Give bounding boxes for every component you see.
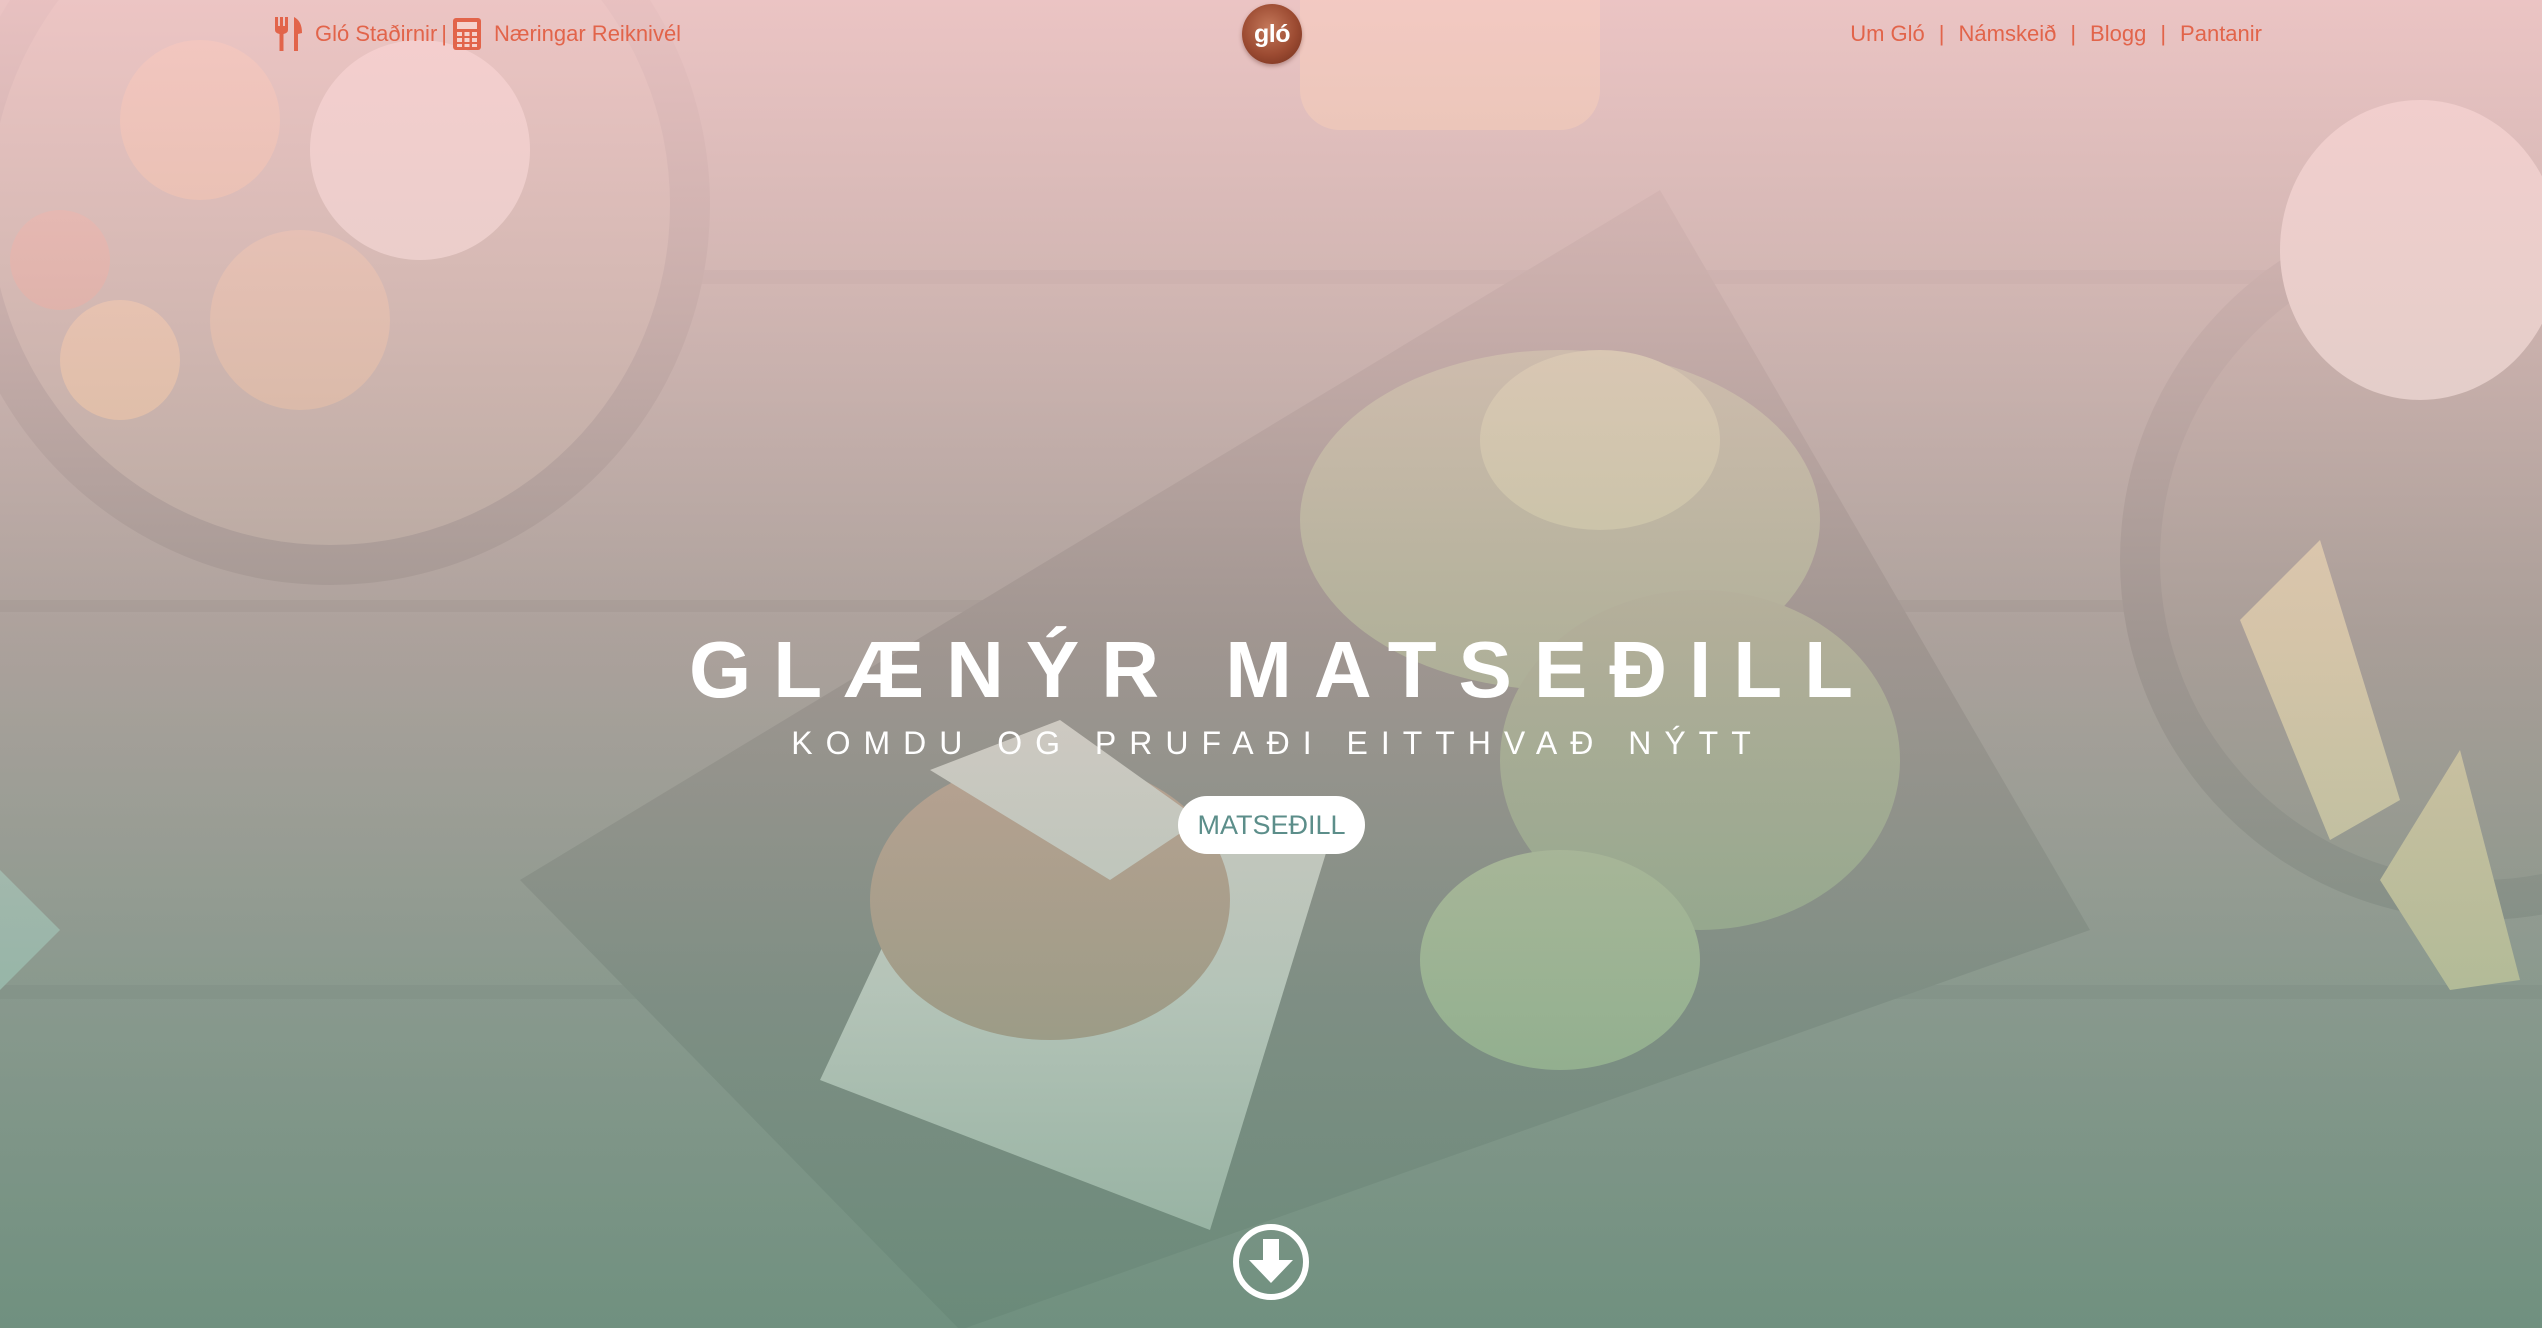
hero-subheadline: KOMDU OG PRUFAÐI EITTHVAÐ NÝTT bbox=[791, 725, 1764, 761]
nav-separator: | bbox=[2160, 21, 2167, 46]
nav-separator: | bbox=[2070, 21, 2077, 46]
calculator-icon bbox=[453, 18, 481, 50]
nav-separator: | bbox=[441, 21, 447, 46]
arrow-down-circle-icon[interactable] bbox=[1231, 1222, 1311, 1302]
nav-link-naeringar-reiknivel[interactable]: Næringar Reiknivél bbox=[453, 18, 681, 50]
hero-section: Gló Staðirnir | Næringar Reiknivél gló U… bbox=[0, 0, 2542, 1328]
nav-left: Gló Staðirnir | Næringar Reiknivél bbox=[274, 16, 681, 52]
nav-link-naeringar-reiknivel-label: Næringar Reiknivél bbox=[494, 21, 682, 46]
nav-link-glo-stadirnir[interactable]: Gló Staðirnir bbox=[274, 17, 437, 51]
hero-headline: GLÆNÝR MATSEÐILL bbox=[688, 625, 1876, 714]
nav-link-namskeid[interactable]: Námskeið bbox=[1959, 21, 2057, 47]
glo-logo[interactable]: gló bbox=[1242, 4, 1302, 64]
nav-link-um-glo[interactable]: Um Gló bbox=[1850, 21, 1925, 47]
nav-link-glo-stadirnir-label: Gló Staðirnir bbox=[315, 21, 438, 46]
nav-right: Um Gló | Námskeið | Blogg | Pantanir bbox=[1850, 16, 2262, 52]
menu-button[interactable]: MATSEÐILL bbox=[1178, 796, 1365, 854]
fork-knife-icon bbox=[274, 17, 304, 51]
nav-link-blogg[interactable]: Blogg bbox=[2090, 21, 2146, 47]
nav-separator: | bbox=[1938, 21, 1945, 46]
nav-link-pantanir[interactable]: Pantanir bbox=[2180, 21, 2262, 47]
logo-text: gló bbox=[1254, 19, 1291, 48]
